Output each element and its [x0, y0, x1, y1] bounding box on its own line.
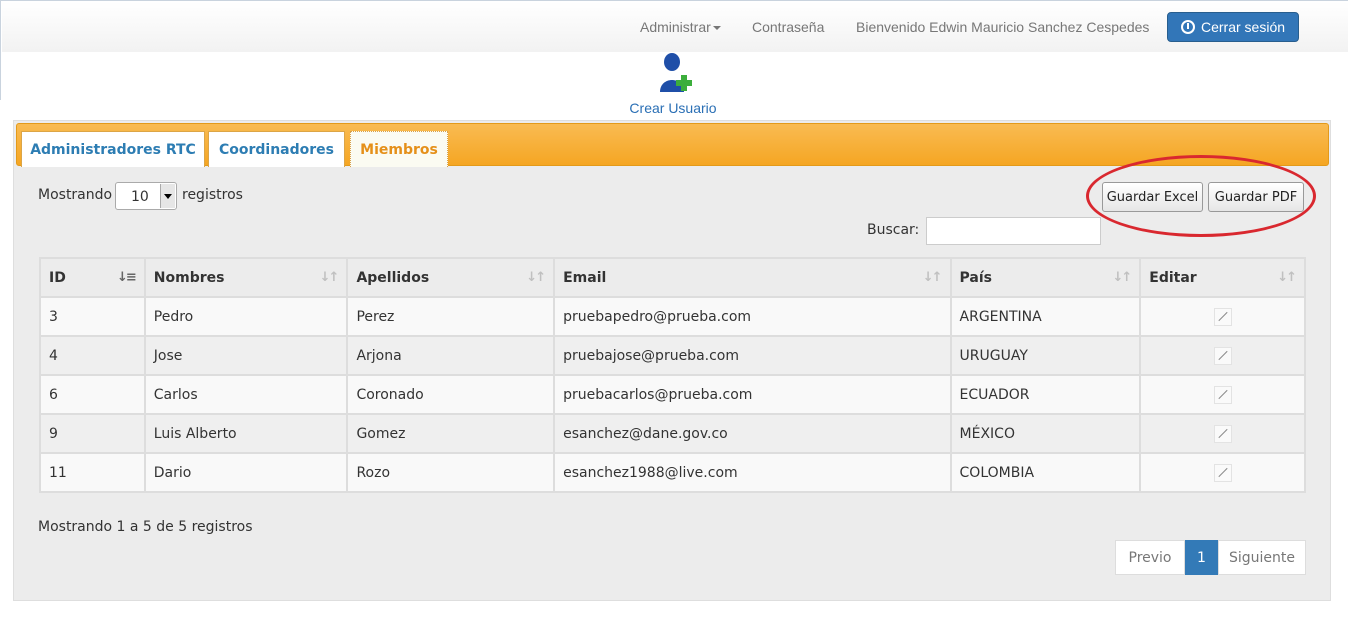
tab-coordinadores[interactable]: Coordinadores	[208, 131, 345, 167]
sort-icon: ↓↑	[922, 270, 943, 285]
cell-apellidos: Coronado	[346, 374, 556, 415]
table-row: 6 Carlos Coronado pruebacarlos@prueba.co…	[39, 374, 1306, 415]
column-header-label: ID	[49, 269, 66, 286]
cell-email: esanchez@dane.gov.co	[553, 413, 952, 454]
table-info: Mostrando 1 a 5 de 5 registros	[38, 519, 253, 535]
sort-icon: ↓↑	[319, 270, 340, 285]
cell-id: 4	[39, 335, 146, 376]
cell-apellidos: Perez	[346, 296, 556, 337]
table-row: 4 Jose Arjona pruebajose@prueba.com URUG…	[39, 335, 1306, 376]
members-panel: Administradores RTC Coordinadores Miembr…	[13, 120, 1331, 601]
highlight-oval	[1086, 155, 1316, 237]
cell-email: pruebapedro@prueba.com	[553, 296, 952, 337]
search-label: Buscar:	[867, 222, 920, 238]
cell-pais: MÉXICO	[949, 413, 1142, 454]
cell-id: 3	[39, 296, 146, 337]
page-1-button[interactable]: 1	[1185, 540, 1218, 575]
column-header-label: Nombres	[153, 269, 225, 286]
cell-editar	[1139, 335, 1306, 376]
sort-icon: ↓↑	[1277, 270, 1297, 285]
chevron-down-icon	[160, 184, 175, 208]
cell-editar	[1139, 374, 1306, 415]
tab-administradores[interactable]: Administradores RTC	[21, 131, 205, 167]
welcome-text: Bienvenido Edwin Mauricio Sanchez Cesped…	[856, 19, 1150, 35]
cell-pais: ECUADOR	[949, 374, 1142, 415]
tab-miembros[interactable]: Miembros	[350, 131, 448, 167]
cell-nombres: Pedro	[143, 296, 349, 337]
cell-pais: ARGENTINA	[949, 296, 1142, 337]
column-header-id[interactable]: ID ↓≡	[39, 257, 146, 298]
cell-editar	[1139, 452, 1306, 493]
members-table: ID ↓≡ Nombres ↓↑ Apellidos ↓↑ Email ↓↑ País ↓…	[39, 257, 1306, 493]
edit-pencil-icon[interactable]	[1213, 385, 1232, 404]
left-border	[0, 0, 1, 100]
cell-id: 9	[39, 413, 146, 454]
user-add-icon	[660, 53, 692, 92]
sort-icon: ↓↑	[526, 270, 546, 285]
cell-id: 6	[39, 374, 146, 415]
pagination: Previo 1 Siguiente	[1115, 540, 1306, 575]
create-user-link[interactable]: Crear Usuario	[620, 50, 726, 120]
column-header-editar[interactable]: Editar ↓↑	[1139, 257, 1306, 298]
cell-pais: URUGUAY	[949, 335, 1142, 376]
prev-page-button[interactable]: Previo	[1115, 540, 1185, 575]
cell-id: 11	[39, 452, 146, 493]
column-header-label: País	[959, 269, 992, 286]
top-border	[0, 0, 1348, 1]
column-header-email[interactable]: Email ↓↑	[553, 257, 952, 298]
cell-email: esanchez1988@live.com	[553, 452, 952, 493]
edit-pencil-icon[interactable]	[1213, 307, 1232, 326]
cell-nombres: Dario	[143, 452, 349, 493]
column-header-nombres[interactable]: Nombres ↓↑	[143, 257, 349, 298]
page-size-select[interactable]: 10	[115, 182, 177, 210]
cell-nombres: Jose	[143, 335, 349, 376]
cell-nombres: Luis Alberto	[143, 413, 349, 454]
column-header-label: Editar	[1149, 269, 1197, 286]
sort-icon: ↓↑	[1112, 270, 1132, 285]
column-header-label: Apellidos	[356, 269, 430, 286]
page-size-value: 10	[131, 189, 149, 205]
length-prefix: Mostrando	[38, 187, 113, 203]
cell-email: pruebacarlos@prueba.com	[553, 374, 952, 415]
table-row: 9 Luis Alberto Gomez esanchez@dane.gov.c…	[39, 413, 1306, 454]
search-input[interactable]	[926, 217, 1101, 245]
logout-button[interactable]: Cerrar sesión	[1167, 12, 1299, 42]
caret-down-icon	[712, 26, 721, 31]
tab-bar: Administradores RTC Coordinadores Miembr…	[16, 123, 1329, 167]
cell-nombres: Carlos	[143, 374, 349, 415]
length-suffix: registros	[182, 187, 243, 203]
table-row: 11 Dario Rozo esanchez1988@live.com COLO…	[39, 452, 1306, 493]
cell-apellidos: Gomez	[346, 413, 556, 454]
cell-email: pruebajose@prueba.com	[553, 335, 952, 376]
cell-editar	[1139, 413, 1306, 454]
column-header-apellidos[interactable]: Apellidos ↓↑	[346, 257, 556, 298]
power-icon	[1180, 20, 1195, 34]
create-user-label: Crear Usuario	[629, 100, 717, 116]
cell-apellidos: Rozo	[346, 452, 556, 493]
logout-label: Cerrar sesión	[1200, 19, 1286, 35]
edit-pencil-icon[interactable]	[1213, 346, 1232, 365]
edit-pencil-icon[interactable]	[1213, 424, 1232, 443]
edit-pencil-icon[interactable]	[1213, 463, 1232, 482]
password-link[interactable]: Contraseña	[752, 19, 824, 35]
admin-menu-label: Administrar	[640, 19, 711, 35]
admin-menu[interactable]: Administrar	[640, 19, 721, 35]
cell-editar	[1139, 296, 1306, 337]
next-page-button[interactable]: Siguiente	[1218, 540, 1306, 575]
cell-pais: COLOMBIA	[949, 452, 1142, 493]
cell-apellidos: Arjona	[346, 335, 556, 376]
top-navbar: Administrar Contraseña Bienvenido Edwin …	[2, 2, 1348, 52]
column-header-label: Email	[563, 269, 607, 286]
table-header-row: ID ↓≡ Nombres ↓↑ Apellidos ↓↑ Email ↓↑ País ↓…	[39, 257, 1306, 298]
sort-asc-icon: ↓≡	[116, 270, 137, 285]
table-row: 3 Pedro Perez pruebapedro@prueba.com ARG…	[39, 296, 1306, 337]
column-header-pais[interactable]: País ↓↑	[949, 257, 1142, 298]
